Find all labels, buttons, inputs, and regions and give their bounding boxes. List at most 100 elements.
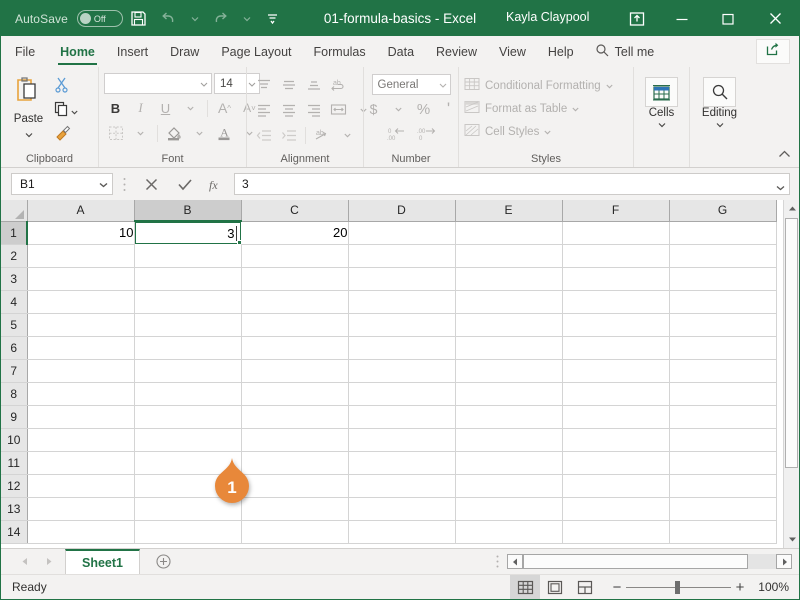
cell-d4[interactable]	[348, 290, 456, 314]
cell-b2[interactable]	[134, 244, 242, 268]
cell-c2[interactable]	[241, 244, 349, 268]
cell-styles-dropdown-icon[interactable]	[544, 126, 551, 138]
name-box[interactable]: B1	[11, 173, 113, 195]
number-format-dropdown-icon[interactable]	[439, 79, 447, 91]
currency-button[interactable]: $	[362, 98, 385, 120]
cell-d2[interactable]	[348, 244, 456, 268]
vertical-scrollbar-thumb[interactable]	[785, 218, 798, 468]
column-header-b[interactable]: B	[134, 200, 242, 222]
number-format-box[interactable]: General	[371, 74, 451, 95]
conditional-formatting-dropdown-icon[interactable]	[606, 80, 613, 92]
page-layout-view-icon[interactable]	[540, 575, 570, 599]
wrap-text-icon[interactable]: ab	[327, 74, 350, 96]
cell-e12[interactable]	[455, 474, 563, 498]
cell-b3[interactable]	[134, 267, 242, 291]
row-header-8[interactable]: 8	[1, 382, 28, 406]
cell-a4[interactable]	[27, 290, 135, 314]
row-header-7[interactable]: 7	[1, 359, 28, 383]
bold-button[interactable]: B	[104, 97, 127, 119]
cell-f12[interactable]	[562, 474, 670, 498]
tab-draw[interactable]: Draw	[159, 36, 210, 67]
cell-a9[interactable]	[27, 405, 135, 429]
copy-button[interactable]	[51, 100, 93, 122]
cell-b4[interactable]	[134, 290, 242, 314]
name-box-chevron-down-icon[interactable]	[99, 177, 108, 191]
cell-g5[interactable]	[669, 313, 777, 337]
align-bottom-icon[interactable]	[302, 74, 325, 96]
cell-d13[interactable]	[348, 497, 456, 521]
zoom-out-button[interactable]: −	[608, 579, 626, 596]
cell-d10[interactable]	[348, 428, 456, 452]
cell-a14[interactable]	[27, 520, 135, 544]
column-header-a[interactable]: A	[27, 200, 135, 222]
cell-g14[interactable]	[669, 520, 777, 544]
add-sheet-plus-icon[interactable]	[140, 549, 187, 574]
borders-icon[interactable]	[104, 122, 127, 144]
cell-a11[interactable]	[27, 451, 135, 475]
undo-dropdown-icon[interactable]	[185, 6, 205, 32]
cell-e8[interactable]	[455, 382, 563, 406]
cell-b1-editor[interactable]: 3	[134, 221, 241, 244]
cell-c11[interactable]	[241, 451, 349, 475]
column-header-e[interactable]: E	[455, 200, 563, 222]
editing-dropdown-icon[interactable]	[716, 119, 724, 131]
cell-e1[interactable]	[455, 221, 563, 245]
cell-e3[interactable]	[455, 267, 563, 291]
cell-e14[interactable]	[455, 520, 563, 544]
conditional-formatting-button[interactable]: Conditional Formatting	[464, 75, 613, 97]
cell-e10[interactable]	[455, 428, 563, 452]
cell-a5[interactable]	[27, 313, 135, 337]
horizontal-scrollbar[interactable]	[507, 554, 792, 569]
cell-c6[interactable]	[241, 336, 349, 360]
share-button[interactable]	[756, 39, 790, 64]
cell-e6[interactable]	[455, 336, 563, 360]
cell-f2[interactable]	[562, 244, 670, 268]
cells-button[interactable]: Cells	[639, 73, 684, 131]
cell-d11[interactable]	[348, 451, 456, 475]
cell-e5[interactable]	[455, 313, 563, 337]
cell-g10[interactable]	[669, 428, 777, 452]
orientation-dropdown-icon[interactable]	[336, 124, 359, 146]
customize-quick-access-toolbar-icon[interactable]	[259, 6, 287, 32]
tab-view[interactable]: View	[488, 36, 537, 67]
zoom-in-button[interactable]: +	[731, 579, 749, 596]
cell-f8[interactable]	[562, 382, 670, 406]
cell-d14[interactable]	[348, 520, 456, 544]
cell-g12[interactable]	[669, 474, 777, 498]
column-header-d[interactable]: D	[348, 200, 456, 222]
sheet-options-dots-icon[interactable]	[488, 549, 507, 574]
cell-e11[interactable]	[455, 451, 563, 475]
row-header-13[interactable]: 13	[1, 497, 28, 521]
cell-c1[interactable]: 20	[241, 221, 349, 245]
cell-f13[interactable]	[562, 497, 670, 521]
expand-formula-bar-icon[interactable]	[776, 180, 785, 194]
scroll-down-arrow-icon[interactable]	[784, 531, 799, 548]
tab-help[interactable]: Help	[537, 36, 585, 67]
format-as-table-button[interactable]: Format as Table	[464, 98, 613, 120]
cell-b7[interactable]	[134, 359, 242, 383]
scroll-up-arrow-icon[interactable]	[784, 200, 799, 217]
fill-color-dropdown-icon[interactable]	[188, 122, 211, 144]
cell-c5[interactable]	[241, 313, 349, 337]
format-as-table-dropdown-icon[interactable]	[572, 103, 579, 115]
redo-dropdown-icon[interactable]	[237, 6, 257, 32]
page-break-preview-icon[interactable]	[570, 575, 600, 599]
cell-b9[interactable]	[134, 405, 242, 429]
cell-f1[interactable]	[562, 221, 670, 245]
comma-style-button[interactable]: '	[437, 98, 460, 120]
cell-c10[interactable]	[241, 428, 349, 452]
cell-c12[interactable]	[241, 474, 349, 498]
select-all-corner[interactable]	[1, 200, 28, 222]
row-header-6[interactable]: 6	[1, 336, 28, 360]
cell-g7[interactable]	[669, 359, 777, 383]
editing-button[interactable]: Editing	[696, 73, 744, 131]
cell-a2[interactable]	[27, 244, 135, 268]
increase-indent-icon[interactable]	[277, 124, 300, 146]
cell-c4[interactable]	[241, 290, 349, 314]
cell-g6[interactable]	[669, 336, 777, 360]
fill-handle[interactable]	[237, 240, 241, 244]
font-name-box[interactable]	[104, 73, 212, 94]
cell-a7[interactable]	[27, 359, 135, 383]
row-header-1[interactable]: 1	[1, 221, 28, 245]
cell-g4[interactable]	[669, 290, 777, 314]
